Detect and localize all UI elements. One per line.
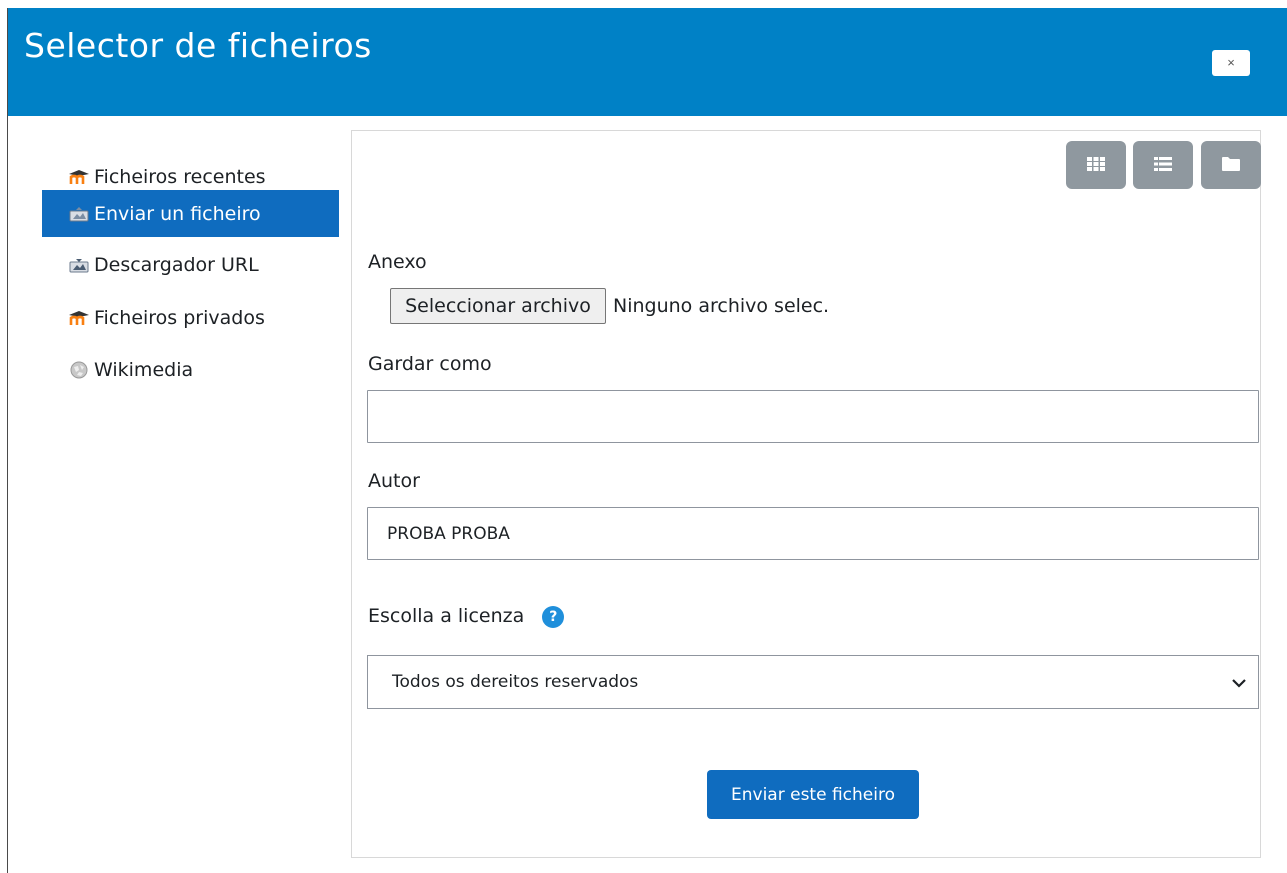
save-as-input[interactable]	[367, 390, 1259, 443]
attachment-label: Anexo	[368, 251, 427, 273]
author-label: Autor	[368, 470, 420, 492]
sidebar-item-label: Ficheiros privados	[94, 306, 265, 329]
dialog-title: Selector de ficheiros	[24, 26, 372, 65]
wikimedia-icon	[68, 361, 90, 378]
file-status-text: Ninguno archivo selec.	[613, 295, 830, 317]
sidebar-item-upload-file[interactable]: Enviar un ficheiro	[42, 190, 339, 237]
sidebar-item-label: Wikimedia	[94, 358, 194, 381]
author-input[interactable]: PROBA PROBA	[367, 507, 1259, 560]
upload-panel: Anexo Seleccionar archivo Ninguno archiv…	[351, 130, 1261, 858]
save-as-label: Gardar como	[368, 353, 492, 375]
license-label: Escolla a licenza	[368, 605, 525, 627]
license-select[interactable]: Todos os dereitos reservados	[367, 655, 1259, 709]
sidebar-item-label: Descargador URL	[94, 253, 259, 276]
list-view-button[interactable]	[1133, 141, 1193, 189]
folder-view-icon	[1222, 156, 1240, 175]
dialog-header: Selector de ficheiros ×	[8, 8, 1287, 116]
sidebar-item-url-downloader[interactable]: Descargador URL	[42, 241, 339, 288]
license-label-row: Escolla a licenza ?	[368, 605, 565, 628]
moodle-icon	[68, 310, 90, 326]
sidebar-item-label: Enviar un ficheiro	[94, 202, 261, 225]
file-picker-dialog: Selector de ficheiros × Ficheiros recent…	[7, 8, 1287, 873]
help-icon[interactable]: ?	[542, 605, 565, 628]
sidebar-item-wikimedia[interactable]: Wikimedia	[42, 346, 339, 393]
license-selected-value: Todos os dereitos reservados	[392, 672, 639, 692]
grid-view-button[interactable]	[1066, 141, 1126, 189]
choose-file-button[interactable]: Seleccionar archivo	[390, 288, 606, 324]
view-toolbar	[352, 131, 1261, 201]
close-button[interactable]: ×	[1212, 50, 1250, 76]
grid-view-icon	[1087, 156, 1105, 175]
folder-view-button[interactable]	[1201, 141, 1261, 189]
upload-file-button[interactable]: Enviar este ficheiro	[707, 770, 919, 819]
list-view-icon	[1154, 156, 1172, 175]
chevron-down-icon	[1232, 673, 1246, 693]
sidebar-item-label: Ficheiros recentes	[94, 165, 266, 188]
moodle-icon	[68, 169, 90, 185]
sidebar-item-private-files[interactable]: Ficheiros privados	[42, 294, 339, 341]
upload-icon	[68, 206, 90, 222]
url-download-icon	[68, 257, 90, 273]
